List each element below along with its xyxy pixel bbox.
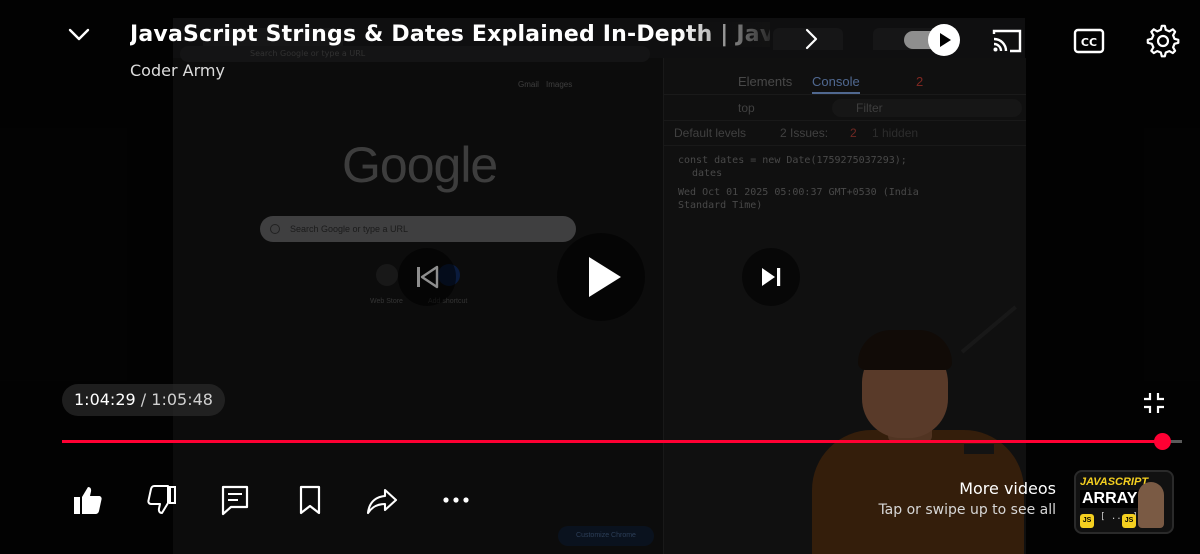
previous-video-button[interactable]: [398, 248, 456, 306]
next-video-button[interactable]: [742, 248, 800, 306]
play-icon: [940, 33, 951, 47]
current-time: 1:04:29: [74, 390, 136, 409]
chevron-right-icon: [805, 28, 818, 50]
thumbs-down-icon: [147, 485, 176, 514]
cast-button[interactable]: [990, 26, 1024, 56]
time-separator: /: [140, 390, 147, 409]
chevron-down-icon: [68, 28, 90, 41]
js-badge-icon: JS: [1080, 514, 1094, 528]
like-button[interactable]: [72, 484, 104, 516]
video-title[interactable]: JavaScript Strings & Dates Explained In-…: [130, 22, 770, 47]
play-pause-button[interactable]: [557, 233, 645, 321]
js-badge-icon: JS: [1122, 514, 1136, 528]
more-horizontal-icon: [443, 497, 469, 503]
captions-button[interactable]: CC: [1072, 26, 1106, 56]
exit-fullscreen-button[interactable]: [1140, 389, 1168, 417]
thumbs-up-icon: [74, 487, 102, 514]
comments-button[interactable]: [219, 484, 251, 516]
channel-name[interactable]: Coder Army: [130, 61, 225, 80]
skip-previous-icon: [417, 265, 439, 289]
more-videos-prompt[interactable]: More videos Tap or swipe up to see all: [860, 478, 1056, 522]
progress-scrubber[interactable]: [1153, 433, 1171, 450]
skip-next-icon: [762, 268, 781, 286]
svg-text:CC: CC: [1081, 36, 1097, 49]
next-video-thumbnail[interactable]: JAVASCRIPT ARRAY [ ... ] JS JS: [1074, 470, 1174, 534]
thumbnail-label: JAVASCRIPT: [1080, 476, 1149, 488]
thumbnail-title: ARRAY: [1080, 490, 1140, 508]
collapse-player-button[interactable]: [64, 20, 94, 50]
save-to-playlist-button[interactable]: [294, 484, 326, 516]
settings-button[interactable]: [1146, 24, 1180, 58]
more-videos-title: More videos: [959, 479, 1056, 498]
autoplay-toggle[interactable]: [904, 24, 960, 56]
autoplay-knob: [928, 24, 960, 56]
play-icon: [589, 257, 621, 297]
title-expand-button[interactable]: [796, 24, 826, 54]
dislike-button[interactable]: [146, 484, 178, 516]
share-button[interactable]: [366, 484, 398, 516]
gear-icon: [1146, 24, 1180, 58]
fullscreen-exit-icon: [1144, 393, 1164, 413]
progress-played: [62, 440, 1162, 443]
cast-icon: [992, 29, 1022, 53]
bookmark-icon: [299, 485, 321, 515]
more-actions-button[interactable]: [440, 484, 472, 516]
duration: 1:05:48: [151, 390, 213, 409]
closed-captions-icon: CC: [1073, 28, 1105, 54]
video-player[interactable]: Search Google or type a URL Gmail Images…: [0, 0, 1200, 554]
time-display[interactable]: 1:04:29 / 1:05:48: [62, 384, 225, 416]
share-arrow-icon: [366, 488, 398, 515]
more-videos-subtitle: Tap or swipe up to see all: [878, 502, 1056, 518]
progress-bar[interactable]: [62, 433, 1182, 450]
comment-icon: [221, 485, 249, 516]
thumbnail-presenter: [1138, 482, 1164, 528]
